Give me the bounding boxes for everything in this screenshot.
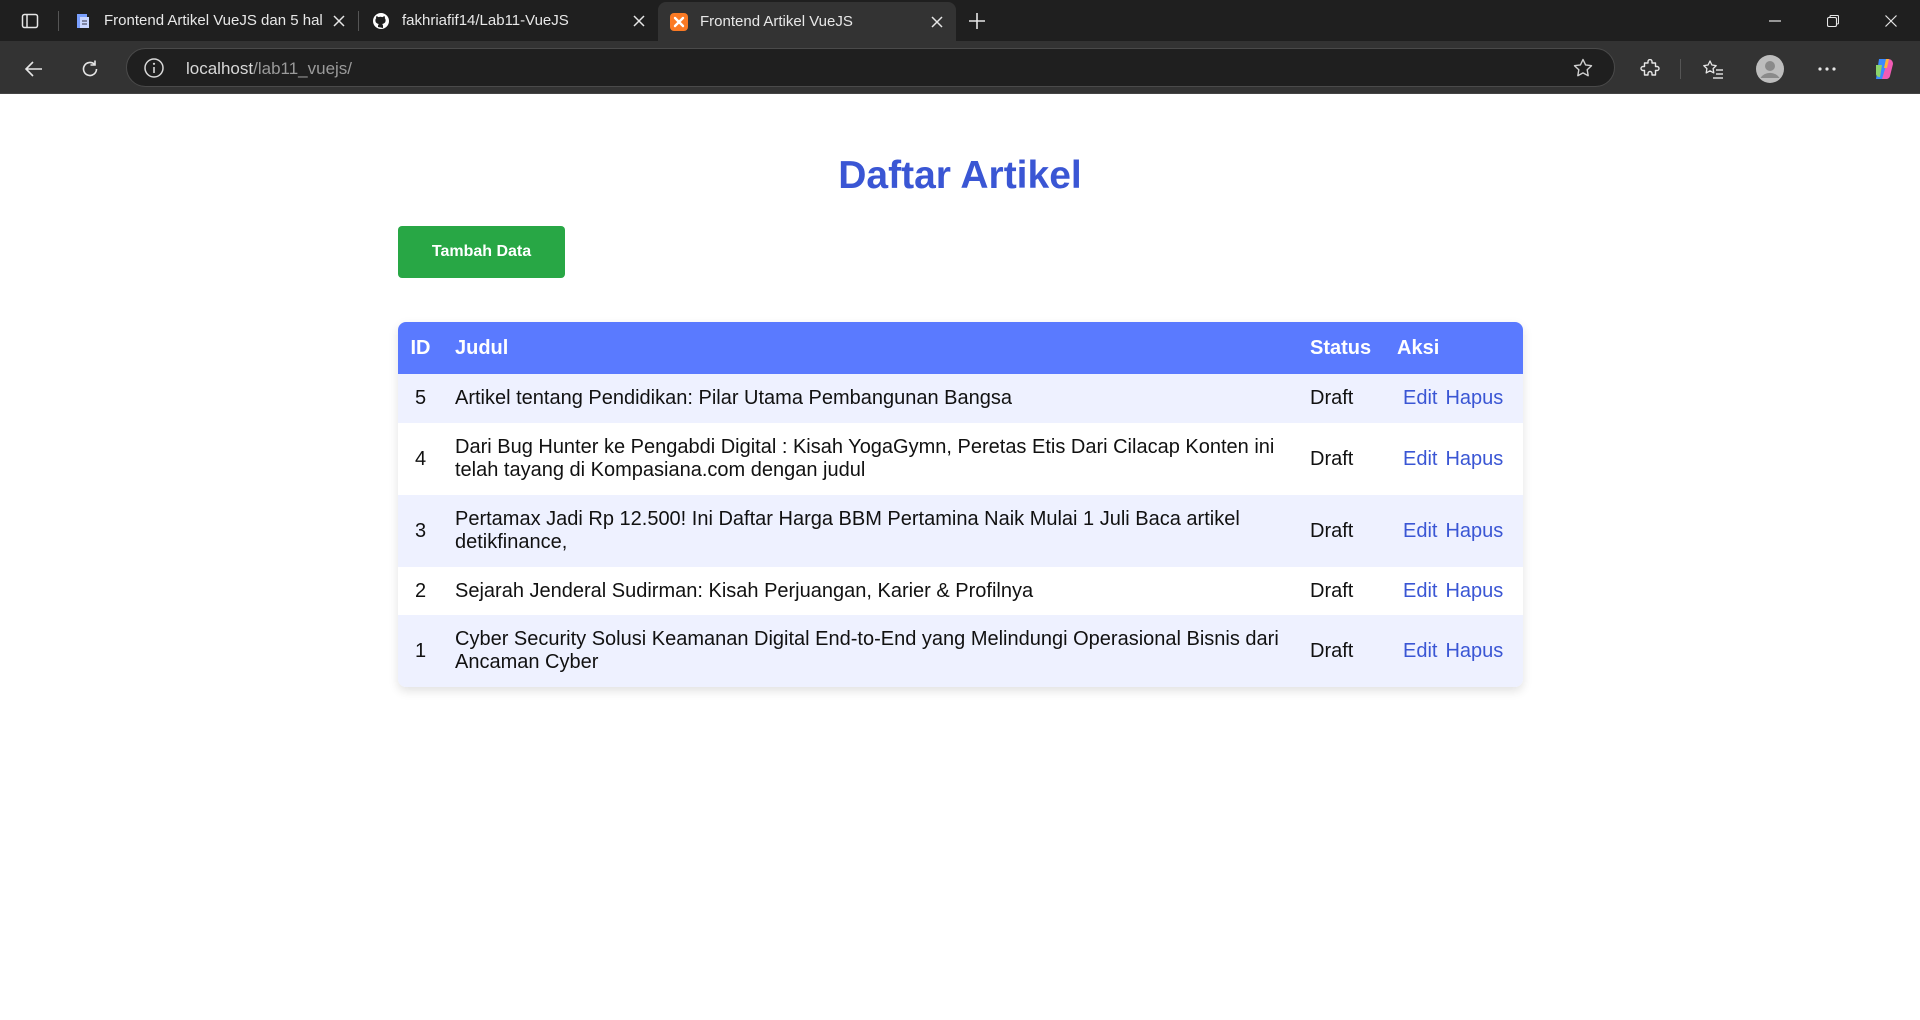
column-header-id: ID [410,336,431,359]
table-row: 1 Cyber Security Solusi Keamanan Digital… [398,615,1523,687]
page-title: Daftar Artikel [838,154,1082,197]
cell-aksi: Edit Hapus [1385,495,1523,567]
cell-status: Draft [1310,387,1354,409]
cell-aksi: Edit Hapus [1385,423,1523,495]
more-menu-icon[interactable] [1811,53,1843,85]
minimize-icon[interactable] [1746,0,1804,41]
cell-id: 3 [414,519,427,542]
delete-link[interactable]: Hapus [1445,520,1503,542]
close-window-icon[interactable] [1862,0,1920,41]
browser-toolbar: localhost/lab11_vuejs/ [0,41,1920,94]
cell-aksi: Edit Hapus [1385,567,1523,615]
table-row: 2 Sejarah Jenderal Sudirman: Kisah Perju… [398,567,1523,615]
tab-1[interactable]: fakhriafif14/Lab11-VueJS [360,0,658,41]
xampp-icon [670,12,688,31]
table-header: ID Judul Status Aksi [398,322,1523,374]
cell-status: Draft [1310,579,1354,602]
table-body: 5 Artikel tentang Pendidikan: Pilar Utam… [398,374,1523,687]
edit-link[interactable]: Edit [1403,448,1437,470]
restore-icon[interactable] [1804,0,1862,41]
cell-id: 1 [414,639,427,662]
favorites-icon[interactable] [1697,53,1729,85]
url-path: /lab11_vuejs/ [253,59,353,78]
new-tab-icon[interactable] [962,8,992,34]
edit-link[interactable]: Edit [1403,640,1437,662]
cell-status: Draft [1310,639,1354,662]
back-icon[interactable] [18,53,50,85]
table-row: 3 Pertamax Jadi Rp 12.500! Ini Daftar Ha… [398,495,1523,567]
tab-title: Frontend Artikel VueJS dan 5 hala [104,12,322,29]
cell-id: 4 [414,447,427,470]
cell-id: 2 [414,579,427,602]
column-header-aksi: Aksi [1397,336,1440,359]
tab-separator [58,11,59,31]
tab-bar: Frontend Artikel VueJS dan 5 hala fakhri… [0,0,1920,41]
url-host: localhost [186,59,254,78]
copilot-icon[interactable] [1868,53,1900,85]
article-table-container: ID Judul Status Aksi 5 Artikel tentang P… [398,322,1523,687]
document-icon [74,12,92,30]
tab-0[interactable]: Frontend Artikel VueJS dan 5 hala [62,0,358,41]
reload-icon[interactable] [74,53,106,85]
tab-title: Frontend Artikel VueJS [700,13,853,30]
github-icon [372,12,390,30]
cell-status: Draft [1310,519,1354,542]
tab-actions-icon[interactable] [14,8,46,34]
column-header-status: Status [1310,336,1372,359]
column-header-judul: Judul [455,336,509,359]
cell-judul: Dari Bug Hunter ke Pengabdi Digital : Ki… [455,436,1275,481]
tab-2[interactable]: Frontend Artikel VueJS [658,2,956,41]
edit-link[interactable]: Edit [1403,520,1437,542]
extensions-icon[interactable] [1634,53,1666,85]
cell-aksi: Edit Hapus [1385,374,1523,423]
cell-aksi: Edit Hapus [1385,615,1523,687]
cell-status: Draft [1310,447,1354,470]
delete-link[interactable]: Hapus [1445,387,1503,409]
cell-judul: Pertamax Jadi Rp 12.500! Ini Daftar Harg… [455,508,1240,553]
edit-link[interactable]: Edit [1403,580,1437,602]
cell-judul: Artikel tentang Pendidikan: Pilar Utama … [455,387,1013,409]
delete-link[interactable]: Hapus [1445,448,1503,470]
delete-link[interactable]: Hapus [1445,580,1503,602]
info-icon[interactable] [143,57,165,79]
toolbar-divider [1680,59,1681,79]
article-table: ID Judul Status Aksi 5 Artikel tentang P… [398,322,1523,687]
delete-link[interactable]: Hapus [1445,640,1503,662]
close-icon[interactable] [926,11,948,33]
cell-judul: Cyber Security Solusi Keamanan Digital E… [455,628,1279,673]
cell-judul: Sejarah Jenderal Sudirman: Kisah Perjuan… [455,579,1034,602]
edit-link[interactable]: Edit [1403,387,1437,409]
close-icon[interactable] [628,10,650,32]
tab-separator [358,11,359,31]
tab-title: fakhriafif14/Lab11-VueJS [402,12,569,29]
address-bar[interactable]: localhost/lab11_vuejs/ [126,48,1615,87]
favorite-star-icon[interactable] [1572,57,1594,79]
table-row: 5 Artikel tentang Pendidikan: Pilar Utam… [398,374,1523,423]
url-text: localhost/lab11_vuejs/ [186,59,352,79]
close-icon[interactable] [328,10,350,32]
page-content: Daftar Artikel Tambah Data ID Judul Stat… [0,94,1920,1020]
header-row: ID Judul Status Aksi [398,322,1523,374]
cell-id: 5 [414,387,427,409]
table-row: 4 Dari Bug Hunter ke Pengabdi Digital : … [398,423,1523,495]
profile-avatar-icon[interactable] [1754,53,1786,85]
add-data-button[interactable]: Tambah Data [398,226,565,278]
